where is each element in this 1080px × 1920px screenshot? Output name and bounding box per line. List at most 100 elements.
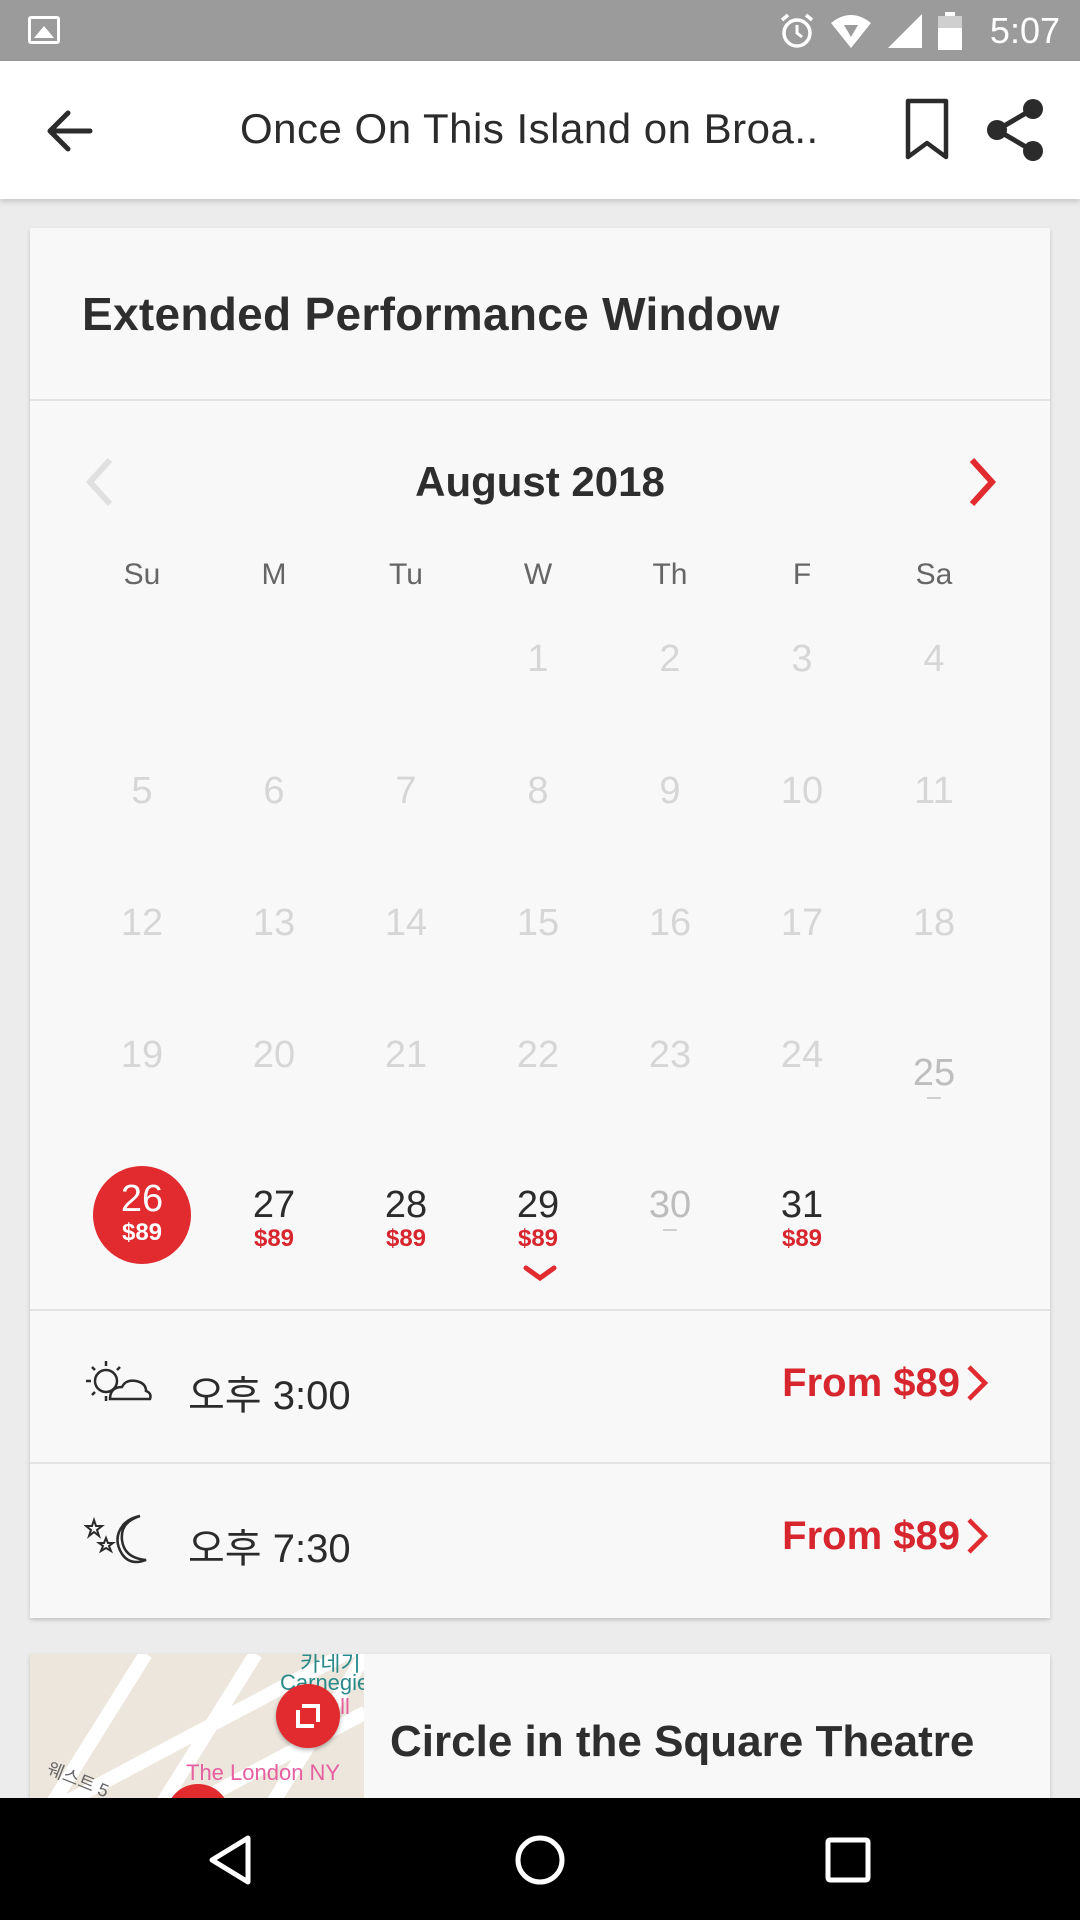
back-arrow-icon[interactable] [40, 101, 100, 161]
showtime-price: From $89 [782, 1514, 960, 1558]
alarm-icon [780, 13, 814, 48]
day-number: 11 [914, 770, 954, 812]
day-number: 17 [780, 902, 824, 944]
day-number: 3 [791, 638, 813, 680]
day-number: 22 [516, 1034, 560, 1076]
day-number: 19 [120, 1034, 164, 1076]
day-number: 29 [516, 1184, 560, 1226]
page-title: Once On This Island on Broa.. [240, 105, 819, 152]
bookmark-icon[interactable] [902, 97, 952, 161]
day-number: 2 [659, 638, 681, 680]
calendar-day-disabled: 17 [736, 892, 868, 1024]
calendar-day-empty [76, 628, 208, 760]
day-number: 13 [252, 902, 296, 944]
expand-calendar-chevron-icon[interactable] [522, 1264, 558, 1284]
day-number: 5 [131, 770, 153, 812]
next-month-chevron-icon[interactable] [962, 454, 1002, 510]
calendar-day-disabled: 24 [736, 1024, 868, 1156]
day-number: 28 [384, 1184, 428, 1226]
calendar-day-disabled: 19 [76, 1024, 208, 1156]
calendar-day-empty [340, 628, 472, 760]
day-number: 27 [252, 1184, 296, 1226]
calendar-month-title: August 2018 [415, 458, 665, 505]
weekday-header: Su M Tu W Th F Sa [76, 558, 1000, 592]
day-price: $89 [781, 1225, 823, 1252]
calendar-day-disabled: 2 [604, 628, 736, 760]
day-number: 9 [659, 770, 681, 812]
calendar-day-disabled: 15 [472, 892, 604, 1024]
calendar-day-disabled: 16 [604, 892, 736, 1024]
day-price: $89 [121, 1219, 163, 1246]
calendar-week: 12 13 14 15 16 17 18 [76, 892, 1000, 1024]
showtime-time: 오후 7:30 [188, 1527, 351, 1571]
calendar-day-disabled: 6 [208, 760, 340, 892]
day-number: 20 [252, 1034, 296, 1076]
day-number: 31 [780, 1184, 824, 1226]
nav-recents-icon[interactable] [820, 1832, 876, 1888]
day-number: 6 [263, 770, 285, 812]
calendar-day-disabled: 12 [76, 892, 208, 1024]
showtime-time: 오후 3:00 [188, 1374, 351, 1418]
showtime-row-evening[interactable]: 오후 7:30 From $89 [30, 1462, 1050, 1614]
showtime-row-matinee[interactable]: 오후 3:00 From $89 [30, 1309, 1050, 1461]
day-price: $89 [385, 1225, 427, 1252]
weekday-label: Th [652, 558, 688, 591]
calendar-day-disabled: 8 [472, 760, 604, 892]
chevron-right-icon [967, 1365, 989, 1401]
app-bar: Once On This Island on Broa.. [0, 61, 1080, 199]
calendar-day-disabled: 14 [340, 892, 472, 1024]
day-number: 23 [648, 1034, 692, 1076]
calendar-day-empty [868, 1156, 1000, 1288]
card-heading: Extended Performance Window [82, 287, 780, 340]
calendar-day-disabled: 18 [868, 892, 1000, 1024]
calendar-day-disabled: 7 [340, 760, 472, 892]
battery-icon [937, 11, 962, 50]
calendar-day-selected[interactable]: 26 $89 [76, 1156, 208, 1288]
calendar-week: 19 20 21 22 23 24 25 [76, 1024, 1000, 1156]
no-price-dash [927, 1097, 941, 1099]
calendar-day-available[interactable]: 31 $89 [736, 1156, 868, 1288]
calendar-day-disabled: 5 [76, 760, 208, 892]
status-time: 5:07 [989, 9, 1060, 51]
day-number: 1 [527, 638, 549, 680]
calendar-day-disabled: 4 [868, 628, 1000, 760]
weekday-label: M [261, 558, 287, 591]
calendar-day-disabled: 9 [604, 760, 736, 892]
signal-icon [887, 13, 922, 48]
weekday-label: Tu [389, 558, 423, 591]
day-number: 7 [395, 770, 417, 812]
nav-home-icon[interactable] [512, 1832, 568, 1888]
day-number: 4 [923, 638, 945, 680]
calendar-navigation: August 2018 [30, 446, 1050, 516]
calendar-week: 1 2 3 4 [76, 628, 1000, 760]
system-navigation-bar [0, 1798, 1080, 1920]
weekday-label: F [792, 558, 812, 591]
calendar-day-empty [208, 628, 340, 760]
calendar-day-disabled: 10 [736, 760, 868, 892]
share-icon[interactable] [983, 97, 1047, 163]
card-header: Extended Performance Window [30, 228, 1050, 401]
weekday-label: Sa [915, 558, 953, 591]
venue-name: Circle in the Square Theatre [390, 1717, 975, 1766]
day-number: 16 [648, 902, 692, 944]
moon-stars-icon [84, 1514, 147, 1564]
calendar-day-disabled: 11 [868, 760, 1000, 892]
day-price: $89 [517, 1225, 559, 1252]
showtime-price: From $89 [782, 1361, 960, 1405]
weekday-label: W [523, 558, 553, 591]
calendar-day-disabled: 20 [208, 1024, 340, 1156]
calendar-day-disabled: 22 [472, 1024, 604, 1156]
day-number: 18 [912, 902, 956, 944]
day-number: 8 [527, 770, 549, 812]
day-number: 24 [780, 1034, 824, 1076]
calendar-day-disabled: 21 [340, 1024, 472, 1156]
calendar-day-disabled: 3 [736, 628, 868, 760]
day-number: 25 [912, 1052, 956, 1094]
calendar-day-available[interactable]: 27 $89 [208, 1156, 340, 1288]
expand-map-icon[interactable] [276, 1684, 340, 1748]
nav-back-icon[interactable] [204, 1832, 260, 1888]
calendar-day-available[interactable]: 28 $89 [340, 1156, 472, 1288]
calendar-day-soldout[interactable]: 30 [604, 1156, 736, 1288]
chevron-right-icon [967, 1518, 989, 1554]
calendar-day-soldout[interactable]: 25 [868, 1024, 1000, 1156]
